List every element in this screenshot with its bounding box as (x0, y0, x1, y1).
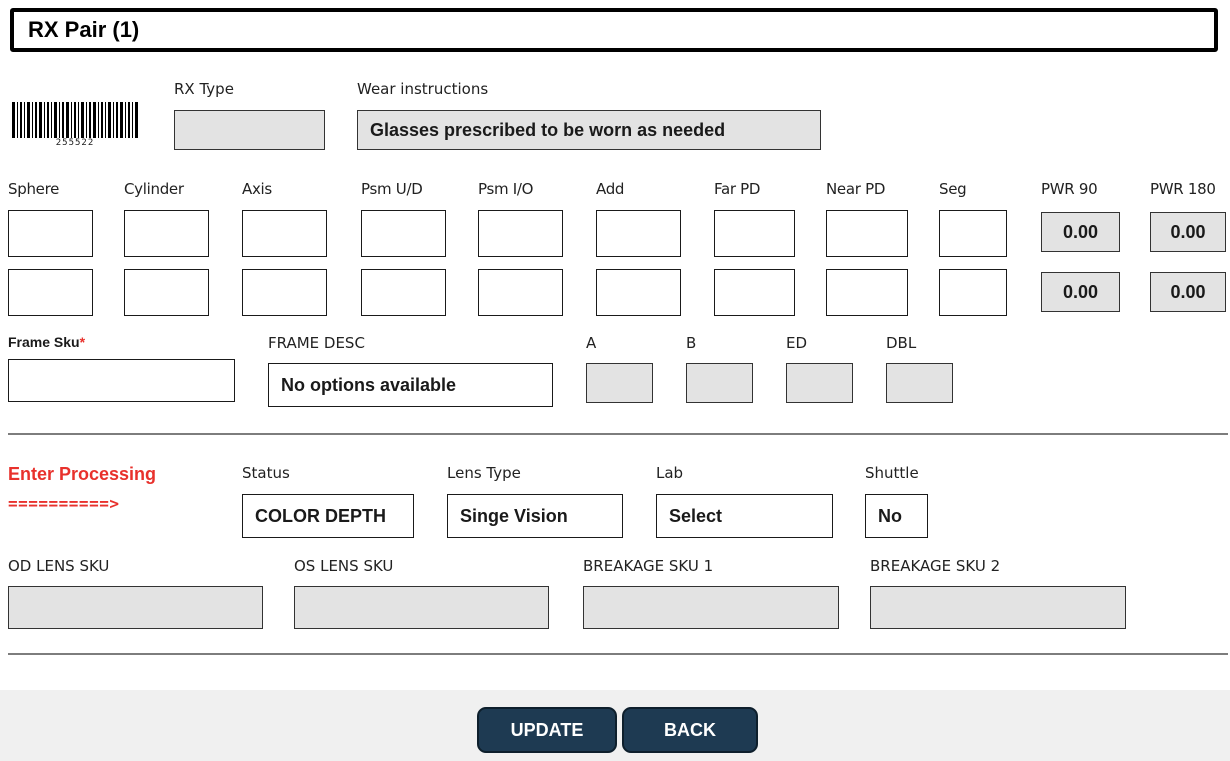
od-seg-input[interactable] (939, 210, 1007, 257)
col-near-pd-label: Near PD (826, 180, 886, 198)
shuttle-select[interactable]: No (865, 494, 928, 538)
col-seg-label: Seg (939, 180, 967, 198)
os-add-input[interactable] (596, 269, 681, 316)
frame-dbl-field (886, 363, 953, 403)
col-add-label: Add (596, 180, 625, 198)
processing-arrow: ==========> (8, 494, 120, 513)
breakage-sku-1-field[interactable] (583, 586, 839, 629)
os-psm-io-input[interactable] (478, 269, 563, 316)
breakage-sku-1-label: BREAKAGE SKU 1 (583, 557, 714, 575)
frame-ed-label: ED (786, 334, 808, 352)
processing-heading: Enter Processing (8, 464, 157, 484)
od-pwr90-field: 0.00 (1041, 212, 1120, 252)
os-pwr90-field: 0.00 (1041, 272, 1120, 312)
od-lens-sku-field[interactable] (8, 586, 263, 629)
col-pwr90-label: PWR 90 (1041, 180, 1098, 198)
rx-type-label: RX Type (174, 80, 234, 98)
section-divider-bottom (8, 653, 1228, 655)
os-far-pd-input[interactable] (714, 269, 795, 316)
rx-type-field[interactable] (174, 110, 325, 150)
breakage-sku-2-field[interactable] (870, 586, 1126, 629)
os-pwr180-field: 0.00 (1150, 272, 1226, 312)
od-add-input[interactable] (596, 210, 681, 257)
breakage-sku-2-label: BREAKAGE SKU 2 (870, 557, 1001, 575)
od-lens-sku-label: OD LENS SKU (8, 557, 110, 575)
lab-label: Lab (656, 464, 684, 482)
col-sphere-label: Sphere (8, 180, 60, 198)
os-sphere-input[interactable] (8, 269, 93, 316)
os-seg-input[interactable] (939, 269, 1007, 316)
col-cylinder-label: Cylinder (124, 180, 184, 198)
od-pwr180-field: 0.00 (1150, 212, 1226, 252)
lab-select[interactable]: Select (656, 494, 833, 538)
os-psm-ud-input[interactable] (361, 269, 446, 316)
col-psm-ud-label: Psm U/D (361, 180, 423, 198)
lens-type-select[interactable]: Singe Vision (447, 494, 623, 538)
frame-b-field (686, 363, 753, 403)
frame-dbl-label: DBL (886, 334, 917, 352)
frame-a-field (586, 363, 653, 403)
os-lens-sku-label: OS LENS SKU (294, 557, 394, 575)
frame-a-label: A (586, 334, 597, 352)
back-button[interactable]: BACK (622, 707, 758, 753)
os-lens-sku-field[interactable] (294, 586, 549, 629)
frame-sku-input[interactable] (8, 359, 235, 402)
page-title: RX Pair (1) (10, 8, 1218, 52)
col-pwr180-label: PWR 180 (1150, 180, 1216, 198)
status-label: Status (242, 464, 290, 482)
os-cylinder-input[interactable] (124, 269, 209, 316)
barcode-icon (12, 102, 138, 138)
od-psm-io-input[interactable] (478, 210, 563, 257)
status-select[interactable]: COLOR DEPTH (242, 494, 414, 538)
section-divider-top (8, 433, 1228, 435)
col-far-pd-label: Far PD (714, 180, 761, 198)
col-axis-label: Axis (242, 180, 272, 198)
od-axis-input[interactable] (242, 210, 327, 257)
os-near-pd-input[interactable] (826, 269, 908, 316)
required-mark: * (79, 334, 86, 350)
od-psm-ud-input[interactable] (361, 210, 446, 257)
frame-ed-field (786, 363, 853, 403)
lens-type-label: Lens Type (447, 464, 521, 482)
frame-b-label: B (686, 334, 697, 352)
frame-desc-label: FRAME DESC (268, 334, 365, 352)
od-far-pd-input[interactable] (714, 210, 795, 257)
od-cylinder-input[interactable] (124, 210, 209, 257)
wear-instructions-label: Wear instructions (357, 80, 489, 98)
barcode-number: 255522 (55, 138, 95, 148)
frame-desc-select[interactable]: No options available (268, 363, 553, 407)
od-sphere-input[interactable] (8, 210, 93, 257)
shuttle-label: Shuttle (865, 464, 919, 482)
wear-instructions-field[interactable]: Glasses prescribed to be worn as needed (357, 110, 821, 150)
update-button[interactable]: UPDATE (477, 707, 617, 753)
frame-sku-label: Frame Sku* (8, 334, 86, 350)
od-near-pd-input[interactable] (826, 210, 908, 257)
os-axis-input[interactable] (242, 269, 327, 316)
col-psm-io-label: Psm I/O (478, 180, 534, 198)
